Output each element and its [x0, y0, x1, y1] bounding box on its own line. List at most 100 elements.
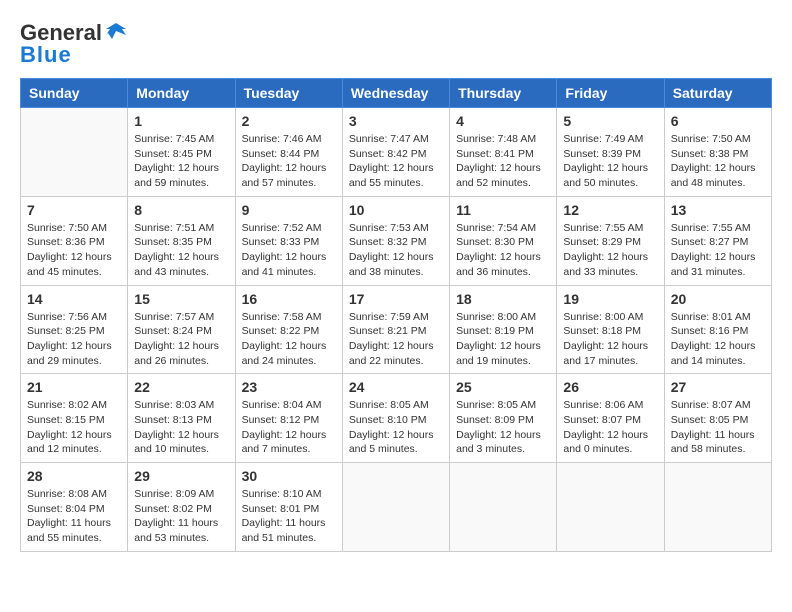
page-header: General Blue — [20, 20, 772, 68]
calendar-cell: 22 Sunrise: 8:03 AMSunset: 8:13 PMDayligh… — [128, 374, 235, 463]
calendar-cell: 19 Sunrise: 8:00 AMSunset: 8:18 PMDayligh… — [557, 285, 664, 374]
day-number: 6 — [671, 113, 765, 129]
day-number: 24 — [349, 379, 443, 395]
day-info: Sunrise: 7:48 AMSunset: 8:41 PMDaylight:… — [456, 132, 550, 191]
day-number: 13 — [671, 202, 765, 218]
calendar-cell: 12 Sunrise: 7:55 AMSunset: 8:29 PMDayligh… — [557, 196, 664, 285]
calendar-week-row-2: 7 Sunrise: 7:50 AMSunset: 8:36 PMDaylight… — [21, 196, 772, 285]
day-number: 27 — [671, 379, 765, 395]
day-info: Sunrise: 7:59 AMSunset: 8:21 PMDaylight:… — [349, 310, 443, 369]
day-info: Sunrise: 8:04 AMSunset: 8:12 PMDaylight:… — [242, 398, 336, 457]
calendar-cell: 20 Sunrise: 8:01 AMSunset: 8:16 PMDayligh… — [664, 285, 771, 374]
day-info: Sunrise: 7:51 AMSunset: 8:35 PMDaylight:… — [134, 221, 228, 280]
calendar-cell — [21, 108, 128, 197]
day-info: Sunrise: 7:56 AMSunset: 8:25 PMDaylight:… — [27, 310, 121, 369]
calendar-cell: 27 Sunrise: 8:07 AMSunset: 8:05 PMDayligh… — [664, 374, 771, 463]
calendar-cell: 25Sunrise: 8:05 AMSunset: 8:09 PMDayligh… — [450, 374, 557, 463]
day-info: Sunrise: 8:03 AMSunset: 8:13 PMDaylight:… — [134, 398, 228, 457]
calendar-cell: 21 Sunrise: 8:02 AMSunset: 8:15 PMDayligh… — [21, 374, 128, 463]
calendar-cell: 4 Sunrise: 7:48 AMSunset: 8:41 PMDaylight… — [450, 108, 557, 197]
day-info: Sunrise: 7:47 AMSunset: 8:42 PMDaylight:… — [349, 132, 443, 191]
day-info: Sunrise: 7:55 AMSunset: 8:27 PMDaylight:… — [671, 221, 765, 280]
calendar-cell: 18 Sunrise: 8:00 AMSunset: 8:19 PMDayligh… — [450, 285, 557, 374]
day-number: 30 — [242, 468, 336, 484]
day-number: 1 — [134, 113, 228, 129]
day-number: 18 — [456, 291, 550, 307]
weekday-header-monday: Monday — [128, 79, 235, 108]
weekday-header-wednesday: Wednesday — [342, 79, 449, 108]
calendar-cell: 7 Sunrise: 7:50 AMSunset: 8:36 PMDaylight… — [21, 196, 128, 285]
calendar-cell: 17 Sunrise: 7:59 AMSunset: 8:21 PMDayligh… — [342, 285, 449, 374]
calendar-cell: 30 Sunrise: 8:10 AMSunset: 8:01 PMDayligh… — [235, 463, 342, 552]
weekday-header-saturday: Saturday — [664, 79, 771, 108]
day-info: Sunrise: 8:05 AMSunset: 8:10 PMDaylight:… — [349, 398, 443, 457]
calendar-cell: 28 Sunrise: 8:08 AMSunset: 8:04 PMDayligh… — [21, 463, 128, 552]
calendar-cell: 29Sunrise: 8:09 AMSunset: 8:02 PMDayligh… — [128, 463, 235, 552]
day-number: 7 — [27, 202, 121, 218]
day-number: 15 — [134, 291, 228, 307]
day-info: Sunrise: 8:01 AMSunset: 8:16 PMDaylight:… — [671, 310, 765, 369]
calendar-cell: 1 Sunrise: 7:45 AMSunset: 8:45 PMDaylight… — [128, 108, 235, 197]
day-info: Sunrise: 7:58 AMSunset: 8:22 PMDaylight:… — [242, 310, 336, 369]
calendar-cell: 3Sunrise: 7:47 AMSunset: 8:42 PMDaylight… — [342, 108, 449, 197]
day-number: 5 — [563, 113, 657, 129]
calendar-cell: 24 Sunrise: 8:05 AMSunset: 8:10 PMDayligh… — [342, 374, 449, 463]
day-info: Sunrise: 8:08 AMSunset: 8:04 PMDaylight:… — [27, 487, 121, 546]
day-info: Sunrise: 7:50 AMSunset: 8:36 PMDaylight:… — [27, 221, 121, 280]
calendar-cell: 14 Sunrise: 7:56 AMSunset: 8:25 PMDayligh… — [21, 285, 128, 374]
day-number: 12 — [563, 202, 657, 218]
day-info: Sunrise: 7:45 AMSunset: 8:45 PMDaylight:… — [134, 132, 228, 191]
weekday-header-thursday: Thursday — [450, 79, 557, 108]
calendar-cell: 2Sunrise: 7:46 AMSunset: 8:44 PMDaylight… — [235, 108, 342, 197]
calendar-cell — [557, 463, 664, 552]
day-info: Sunrise: 7:46 AMSunset: 8:44 PMDaylight:… — [242, 132, 336, 191]
weekday-header-friday: Friday — [557, 79, 664, 108]
day-info: Sunrise: 8:10 AMSunset: 8:01 PMDaylight:… — [242, 487, 336, 546]
day-info: Sunrise: 7:57 AMSunset: 8:24 PMDaylight:… — [134, 310, 228, 369]
day-number: 28 — [27, 468, 121, 484]
day-number: 26 — [563, 379, 657, 395]
day-info: Sunrise: 8:00 AMSunset: 8:19 PMDaylight:… — [456, 310, 550, 369]
calendar-cell — [450, 463, 557, 552]
calendar-cell — [342, 463, 449, 552]
weekday-header-row: SundayMondayTuesdayWednesdayThursdayFrid… — [21, 79, 772, 108]
day-number: 21 — [27, 379, 121, 395]
day-info: Sunrise: 8:06 AMSunset: 8:07 PMDaylight:… — [563, 398, 657, 457]
day-info: Sunrise: 7:52 AMSunset: 8:33 PMDaylight:… — [242, 221, 336, 280]
weekday-header-tuesday: Tuesday — [235, 79, 342, 108]
day-number: 17 — [349, 291, 443, 307]
day-info: Sunrise: 7:50 AMSunset: 8:38 PMDaylight:… — [671, 132, 765, 191]
day-info: Sunrise: 8:05 AMSunset: 8:09 PMDaylight:… — [456, 398, 550, 457]
day-info: Sunrise: 8:02 AMSunset: 8:15 PMDaylight:… — [27, 398, 121, 457]
day-number: 14 — [27, 291, 121, 307]
calendar-cell: 5 Sunrise: 7:49 AMSunset: 8:39 PMDaylight… — [557, 108, 664, 197]
day-number: 19 — [563, 291, 657, 307]
calendar-table: SundayMondayTuesdayWednesdayThursdayFrid… — [20, 78, 772, 552]
day-info: Sunrise: 7:49 AMSunset: 8:39 PMDaylight:… — [563, 132, 657, 191]
day-number: 22 — [134, 379, 228, 395]
day-number: 29 — [134, 468, 228, 484]
day-number: 9 — [242, 202, 336, 218]
logo-blue-part: Blue — [20, 42, 72, 67]
calendar-cell: 8 Sunrise: 7:51 AMSunset: 8:35 PMDaylight… — [128, 196, 235, 285]
day-number: 10 — [349, 202, 443, 218]
calendar-week-row-3: 14 Sunrise: 7:56 AMSunset: 8:25 PMDayligh… — [21, 285, 772, 374]
day-number: 4 — [456, 113, 550, 129]
calendar-cell: 16 Sunrise: 7:58 AMSunset: 8:22 PMDayligh… — [235, 285, 342, 374]
logo-bird-icon — [104, 21, 128, 41]
calendar-cell: 15 Sunrise: 7:57 AMSunset: 8:24 PMDayligh… — [128, 285, 235, 374]
day-number: 20 — [671, 291, 765, 307]
calendar-cell: 26 Sunrise: 8:06 AMSunset: 8:07 PMDayligh… — [557, 374, 664, 463]
day-info: Sunrise: 8:00 AMSunset: 8:18 PMDaylight:… — [563, 310, 657, 369]
calendar-week-row-5: 28 Sunrise: 8:08 AMSunset: 8:04 PMDayligh… — [21, 463, 772, 552]
logo: General Blue — [20, 20, 130, 68]
day-number: 16 — [242, 291, 336, 307]
day-info: Sunrise: 8:07 AMSunset: 8:05 PMDaylight:… — [671, 398, 765, 457]
calendar-week-row-4: 21 Sunrise: 8:02 AMSunset: 8:15 PMDayligh… — [21, 374, 772, 463]
day-number: 8 — [134, 202, 228, 218]
day-info: Sunrise: 7:55 AMSunset: 8:29 PMDaylight:… — [563, 221, 657, 280]
calendar-week-row-1: 1 Sunrise: 7:45 AMSunset: 8:45 PMDaylight… — [21, 108, 772, 197]
day-info: Sunrise: 7:53 AMSunset: 8:32 PMDaylight:… — [349, 221, 443, 280]
calendar-cell: 9 Sunrise: 7:52 AMSunset: 8:33 PMDaylight… — [235, 196, 342, 285]
calendar-cell: 6 Sunrise: 7:50 AMSunset: 8:38 PMDaylight… — [664, 108, 771, 197]
